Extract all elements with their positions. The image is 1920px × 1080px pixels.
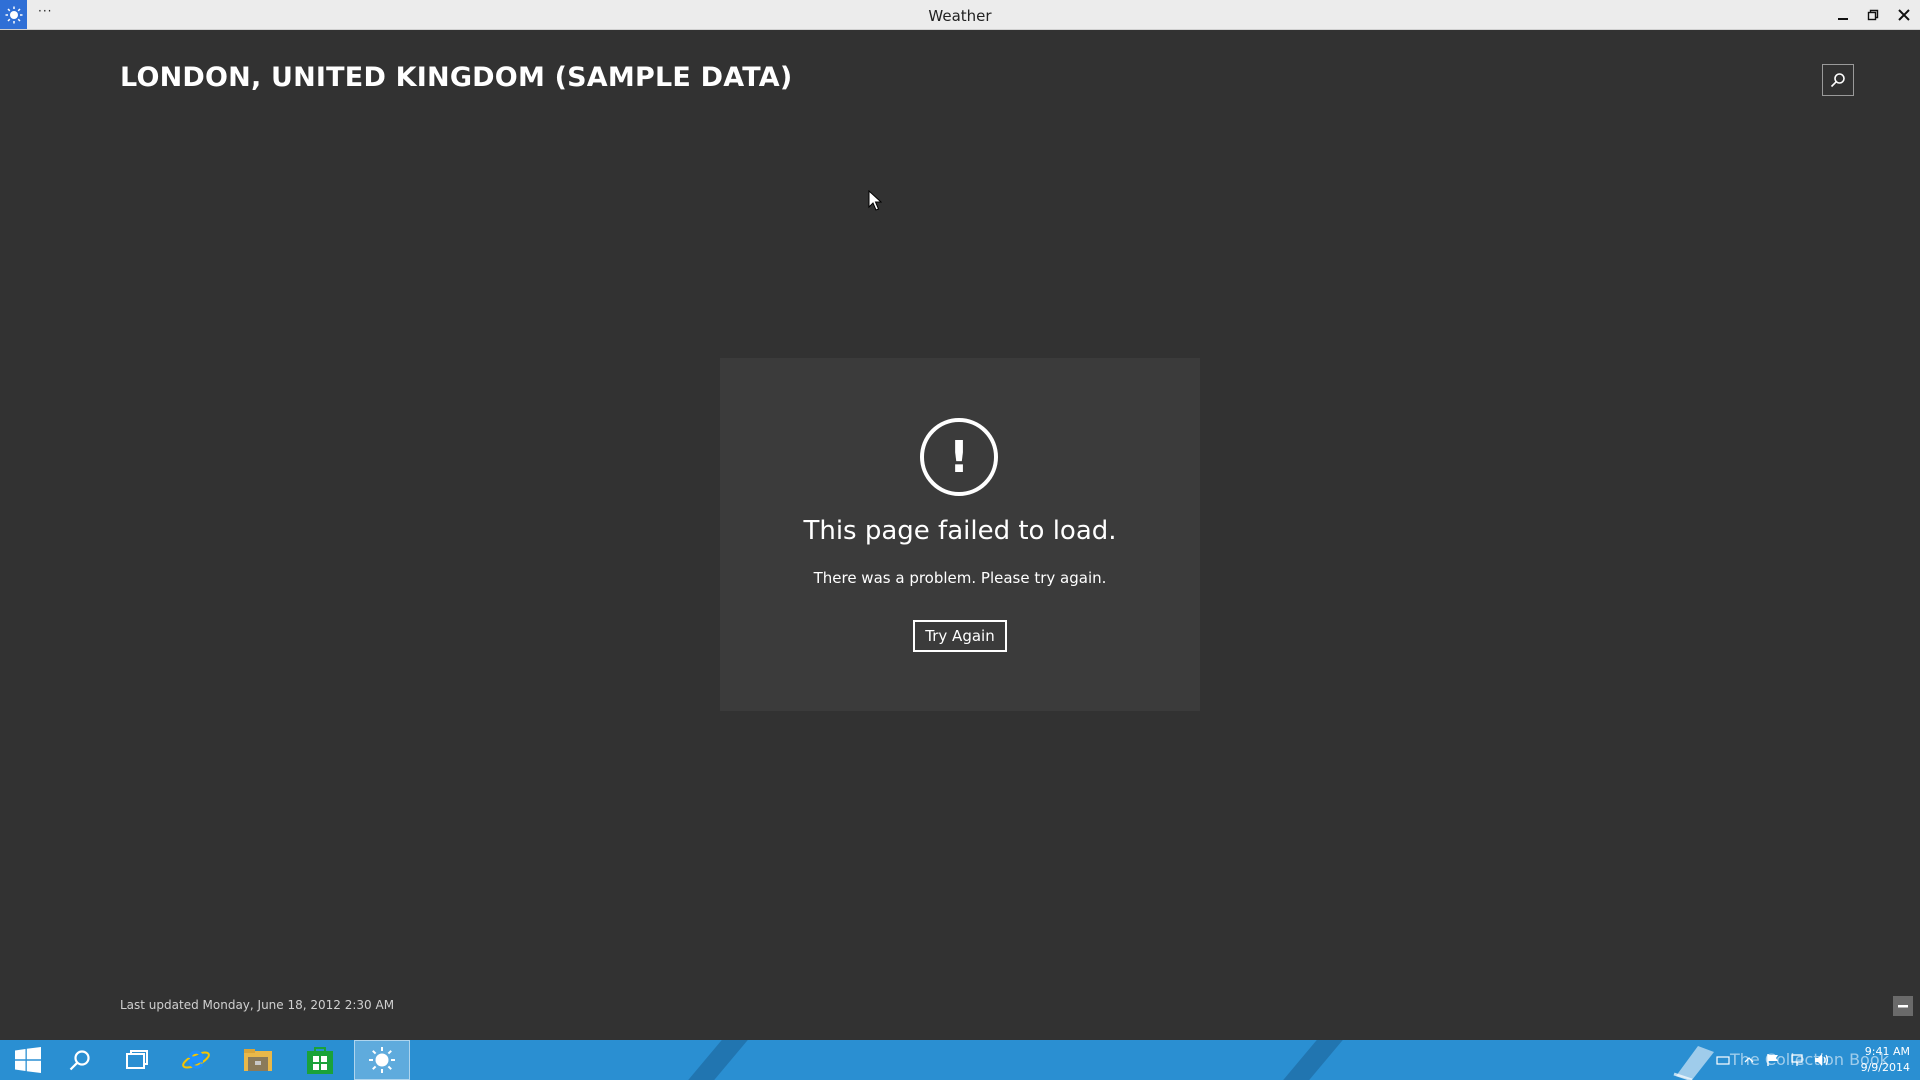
keyboard-icon[interactable] bbox=[1716, 1054, 1730, 1066]
try-again-button[interactable]: Try Again bbox=[913, 620, 1007, 652]
taskbar-search-button[interactable] bbox=[52, 1040, 108, 1080]
mouse-cursor-icon bbox=[868, 190, 882, 211]
system-tray bbox=[1716, 1040, 1830, 1080]
restore-button[interactable] bbox=[1858, 0, 1888, 29]
window-title: Weather bbox=[928, 7, 992, 25]
book-watermark-icon bbox=[1673, 1046, 1714, 1080]
error-panel: ! This page failed to load. There was a … bbox=[720, 358, 1200, 711]
sun-icon bbox=[369, 1047, 395, 1073]
store-icon bbox=[307, 1047, 333, 1074]
title-bar: ··· Weather bbox=[0, 0, 1920, 30]
start-button[interactable] bbox=[0, 1040, 56, 1080]
windows-logo-icon bbox=[15, 1047, 41, 1073]
error-title: This page failed to load. bbox=[803, 516, 1117, 546]
folder-icon bbox=[244, 1049, 272, 1071]
search-icon bbox=[1830, 73, 1845, 88]
minimize-button[interactable] bbox=[1828, 0, 1858, 29]
weather-taskbar-button[interactable] bbox=[354, 1040, 410, 1080]
taskbar-decoration bbox=[1283, 1040, 1343, 1080]
clock-date: 9/9/2014 bbox=[1860, 1061, 1910, 1074]
collapse-button[interactable] bbox=[1893, 996, 1913, 1016]
taskbar: The Collection Book 9:41 AM 9/9/2014 bbox=[0, 1040, 1920, 1080]
network-icon[interactable] bbox=[1790, 1053, 1804, 1067]
clock-time: 9:41 AM bbox=[1864, 1045, 1910, 1058]
internet-explorer-icon bbox=[182, 1050, 210, 1069]
error-message: There was a problem. Please try again. bbox=[813, 569, 1107, 587]
search-button[interactable] bbox=[1822, 64, 1854, 96]
search-icon bbox=[69, 1050, 90, 1071]
store-button[interactable] bbox=[292, 1040, 348, 1080]
taskbar-decoration bbox=[688, 1040, 748, 1080]
file-explorer-button[interactable] bbox=[230, 1040, 286, 1080]
volume-icon[interactable] bbox=[1814, 1053, 1830, 1067]
close-button[interactable] bbox=[1889, 0, 1919, 29]
chevron-up-icon[interactable] bbox=[1744, 1055, 1754, 1065]
taskbar-clock[interactable]: 9:41 AM 9/9/2014 bbox=[1840, 1044, 1910, 1076]
internet-explorer-button[interactable] bbox=[168, 1040, 224, 1080]
last-updated-text: Last updated Monday, June 18, 2012 2:30 … bbox=[120, 998, 395, 1012]
exclamation-circle-icon: ! bbox=[920, 418, 998, 496]
location-title: LONDON, UNITED KINGDOM (SAMPLE DATA) bbox=[120, 62, 793, 93]
task-view-button[interactable] bbox=[108, 1040, 164, 1080]
task-view-icon bbox=[126, 1050, 148, 1069]
flag-icon[interactable] bbox=[1766, 1053, 1780, 1067]
